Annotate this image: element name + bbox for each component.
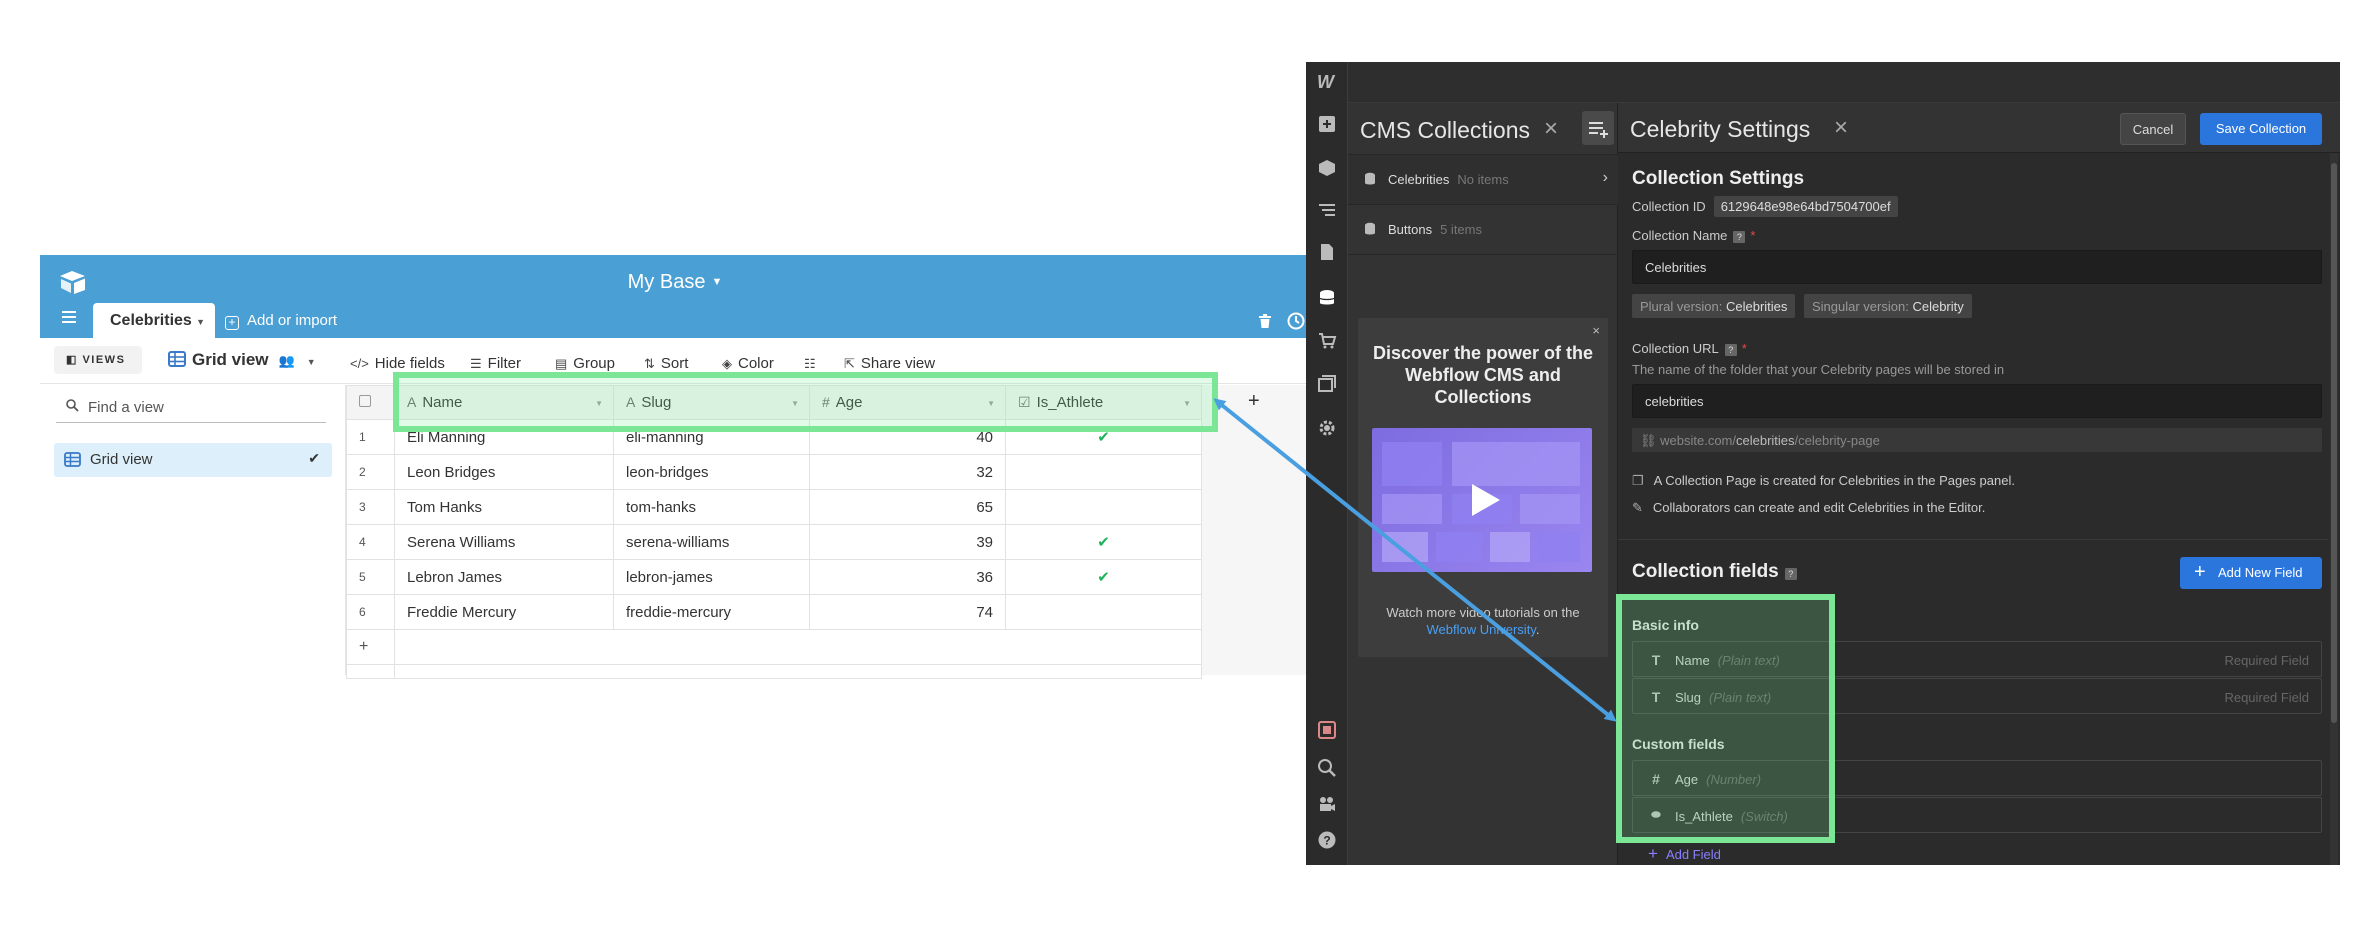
mapping-arrow [1213,398,1617,722]
